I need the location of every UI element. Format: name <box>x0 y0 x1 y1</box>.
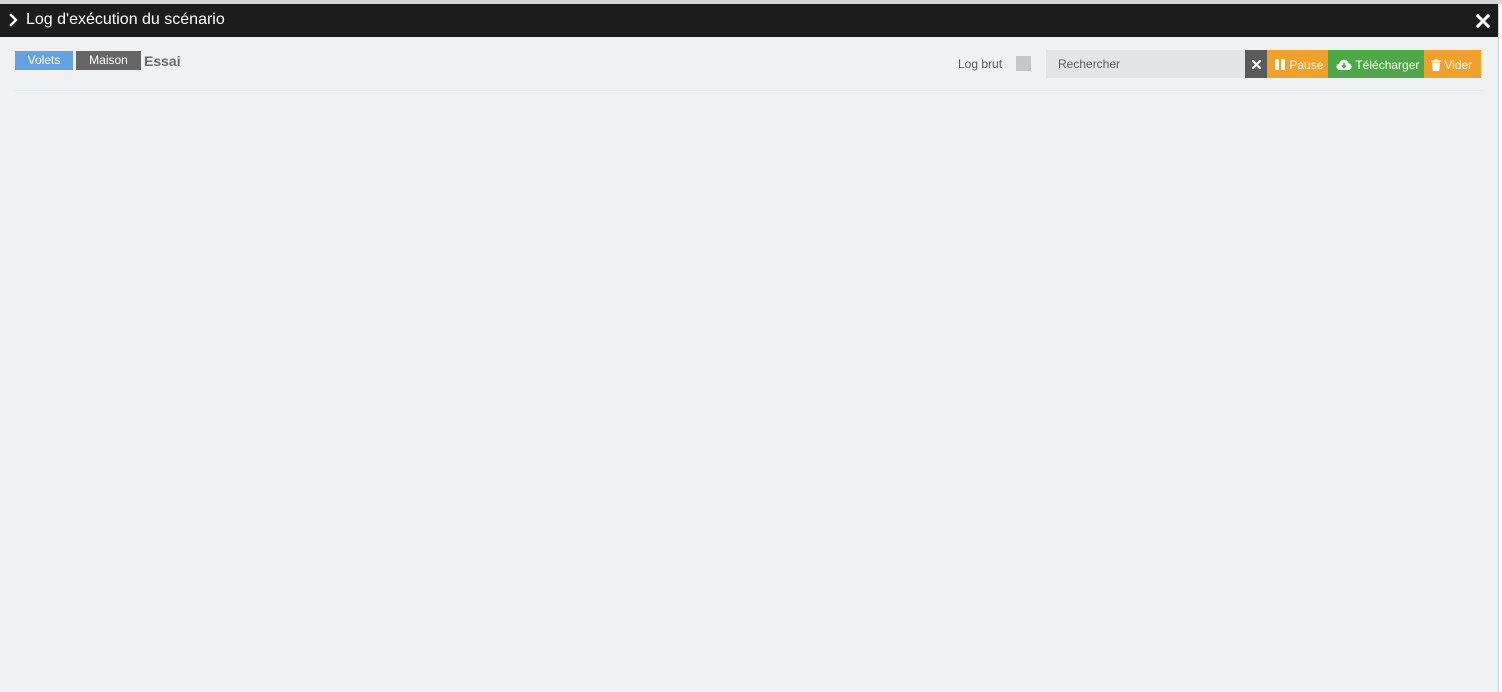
download-button[interactable]: Télécharger <box>1328 50 1424 78</box>
clear-log-button[interactable]: Vider <box>1424 50 1481 78</box>
clear-search-button[interactable] <box>1245 50 1267 78</box>
log-content-area[interactable] <box>14 90 1484 692</box>
chevron-right-icon[interactable] <box>9 13 18 27</box>
modal-title: Log d'exécution du scénario <box>26 11 225 28</box>
raw-log-label: Log brut <box>958 57 1003 71</box>
search-input[interactable] <box>1046 50 1245 78</box>
cloud-download-icon <box>1336 59 1352 70</box>
trash-icon <box>1431 58 1441 71</box>
page: Log d'exécution du scénario Volets Maiso… <box>0 0 1502 692</box>
pause-label: Pause <box>1289 57 1324 72</box>
tag-volets-badge: Volets <box>15 51 73 70</box>
close-icon[interactable] <box>1475 13 1491 29</box>
modal-titlebar[interactable]: Log d'exécution du scénario <box>0 4 1498 37</box>
download-label: Télécharger <box>1355 57 1420 72</box>
pause-icon <box>1275 59 1285 71</box>
close-icon <box>1251 60 1261 70</box>
raw-log-checkbox[interactable] <box>1016 56 1031 71</box>
clear-log-label: Vider <box>1444 57 1473 72</box>
scenario-log-modal: Log d'exécution du scénario Volets Maiso… <box>0 4 1499 692</box>
pause-button[interactable]: Pause <box>1267 50 1328 78</box>
tag-maison-badge: Maison <box>76 51 141 70</box>
scenario-name: Essai <box>144 53 181 69</box>
